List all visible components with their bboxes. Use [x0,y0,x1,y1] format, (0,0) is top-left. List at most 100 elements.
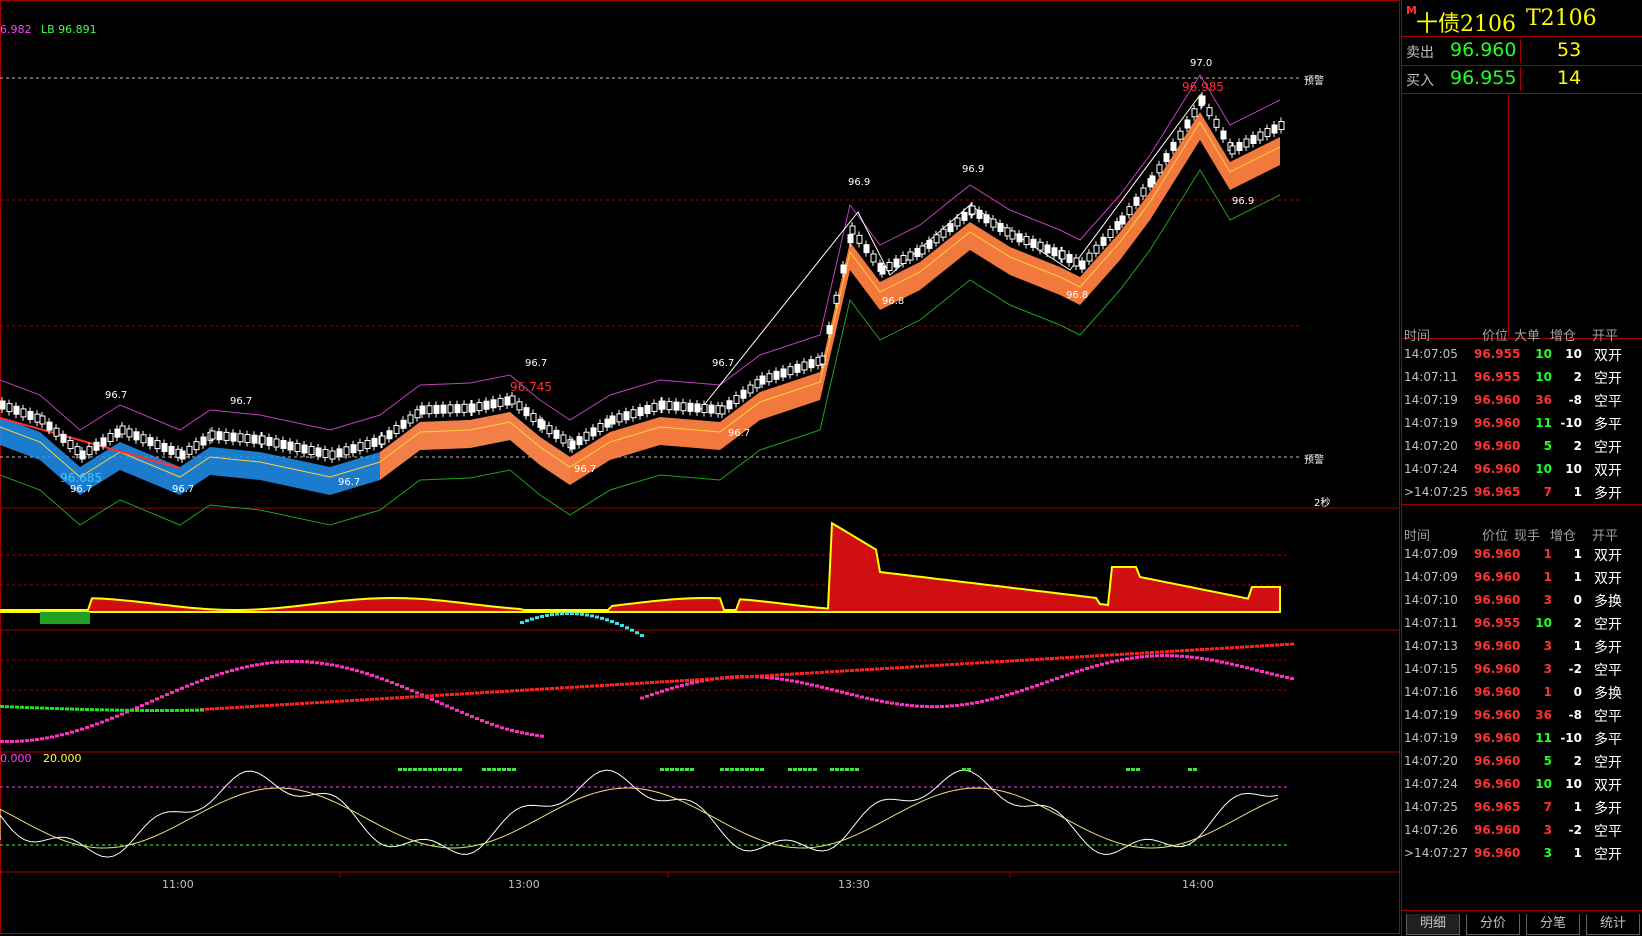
row-price: 96.960 [1474,731,1521,745]
list-row[interactable]: 14:07:19 96.960 11 -10 多平 [1402,413,1642,436]
macd-red [455,692,459,696]
list-row[interactable]: 14:07:19 96.960 36 -8 空平 [1402,705,1642,728]
candle [1140,187,1147,197]
instrument-name: 十债2106 [1416,12,1516,37]
macd-red [635,681,639,685]
list-row[interactable]: 14:07:09 96.960 1 1 双开 [1402,567,1642,590]
macd-dif [150,699,154,703]
macd-red [805,671,809,675]
list-row[interactable]: 14:07:20 96.960 5 2 空开 [1402,751,1642,774]
list-row[interactable]: 14:07:19 96.960 36 -8 空平 [1402,390,1642,413]
macd-red [325,700,329,704]
macd-red [655,680,659,684]
list-row[interactable]: 14:07:05 96.955 10 10 双开 [1402,344,1642,367]
list-row[interactable]: 14:07:09 96.960 1 1 双开 [1402,544,1642,567]
x-label-1400: 14:00 [1182,878,1214,891]
macd-red [595,684,599,688]
candle [1119,215,1126,225]
list-row[interactable]: 14:07:26 96.960 3 -2 空平 [1402,820,1642,843]
tab-0[interactable]: 明细 [1406,914,1460,935]
macd-red [250,705,254,708]
candle [708,404,715,414]
macd-dif [220,671,224,675]
chart-area[interactable]: 6.982 LB 96.891 0.000 20.000 预警 预警 2秒 11… [0,0,1400,936]
macd-red [475,691,479,695]
candle [476,402,483,412]
row-increase: 10 [1565,462,1582,476]
list-row[interactable]: 14:07:10 96.960 3 0 多换 [1402,590,1642,613]
tick-list[interactable]: 时间 价位 现手 增仓 开平 14:07:09 96.960 1 1 双开 14:07:09 96.9… [1402,522,1642,911]
candle [659,400,666,410]
macd-dif-2 [945,704,949,708]
list-row[interactable]: 14:07:16 96.960 1 0 多换 [1402,682,1642,705]
stat-row [1402,114,1642,136]
list-row[interactable]: >14:07:25 96.965 7 1 多开 [1402,482,1642,505]
kdj-signal [808,768,812,771]
candle [637,407,644,417]
macd-red [495,690,499,694]
big-orders-list[interactable]: 时间 价位 大单 增仓 开平 14:07:05 96.955 10 10 双开 14:07:11 96… [1402,322,1642,505]
macd-red [1105,653,1109,657]
macd-red [1080,655,1084,659]
list-row[interactable]: >14:07:27 96.960 3 1 空开 [1402,843,1642,866]
macd-dif-2 [900,703,904,707]
list-row[interactable]: 14:07:19 96.960 11 -10 多平 [1402,728,1642,751]
macd-red [1120,652,1124,656]
row-time: 14:07:24 [1404,777,1458,791]
kdj-signal [487,768,491,771]
macd-dif [255,663,259,667]
list-row[interactable]: 14:07:13 96.960 3 1 多开 [1402,636,1642,659]
list-row[interactable]: 14:07:20 96.960 5 2 空开 [1402,436,1642,459]
macd-red [815,671,819,675]
tab-1[interactable]: 分价 [1466,914,1520,935]
candle [440,404,447,414]
row-qty: 3 [1543,639,1552,653]
list-row[interactable]: 14:07:24 96.960 10 10 双开 [1402,774,1642,797]
candle [840,264,847,274]
kdj-signal [1131,768,1135,771]
row-increase: 10 [1565,347,1582,361]
macd-red [730,676,734,680]
macd-red [405,695,409,699]
list-row[interactable]: 14:07:11 96.955 10 2 空开 [1402,367,1642,390]
kline-chart[interactable] [0,0,1400,936]
row-qty: 3 [1543,593,1552,607]
tab-2[interactable]: 分笔 [1526,914,1580,935]
candle [849,225,856,235]
macd-red [950,663,954,666]
candle [364,440,371,449]
row-qty: 7 [1543,800,1552,814]
column-header: 开平 [1592,529,1619,544]
macd-red [705,677,709,681]
macd-red [680,679,684,683]
macd-red [870,667,874,671]
candle [780,368,787,378]
peak-label: 96.9 [848,177,871,188]
macd-red [860,668,864,672]
list-row[interactable]: 14:07:11 96.955 10 2 空开 [1402,613,1642,636]
macd-dif [380,677,384,681]
candle [426,405,433,415]
macd-red [1115,653,1119,657]
candle [193,441,200,451]
macd-red [945,663,949,667]
row-time: 14:07:11 [1404,370,1458,384]
tab-3[interactable]: 统计 [1586,914,1640,935]
candle [280,440,287,449]
macd-dif-2 [865,696,869,700]
candle [350,444,357,454]
list-row[interactable]: 14:07:25 96.965 7 1 多开 [1402,797,1642,820]
kdj-signal [680,768,684,771]
macd-dif-2 [655,691,659,695]
list-row[interactable]: 14:07:15 96.960 3 -2 空平 [1402,659,1642,682]
row-price: 96.960 [1474,708,1521,722]
macd-dif-2 [965,702,969,706]
macd-dea [590,614,594,618]
kdj-signal [845,768,849,771]
peak-label: 96.7 [728,428,751,439]
macd-red [910,665,914,669]
macd-red [820,670,824,674]
macd-red [720,676,724,680]
list-row[interactable]: 14:07:24 96.960 10 10 双开 [1402,459,1642,482]
column-header: 增仓 [1550,529,1577,544]
